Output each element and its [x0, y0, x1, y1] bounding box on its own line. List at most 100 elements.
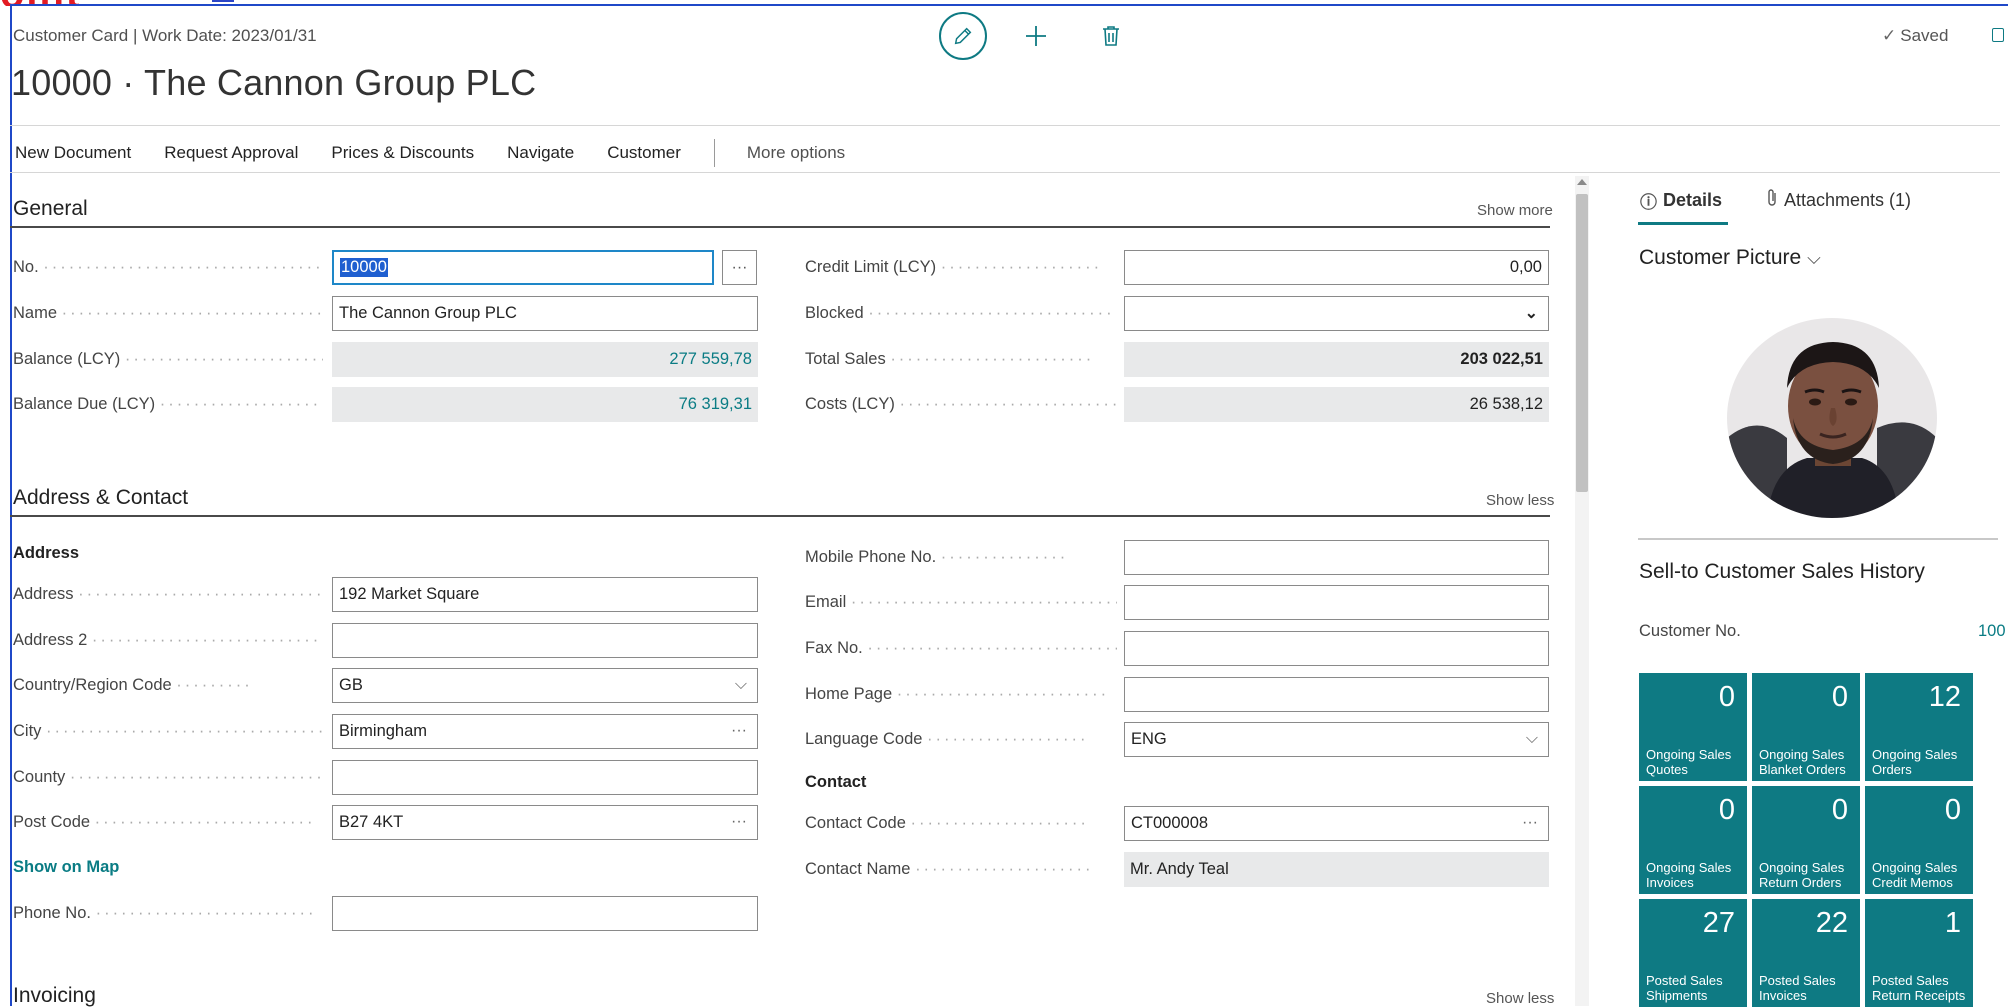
name-label: Name ································: [13, 304, 323, 322]
section-title-address-contact[interactable]: Address & Contact: [13, 486, 188, 510]
phone-field[interactable]: [332, 896, 758, 931]
sales-history-heading: Sell-to Customer Sales History: [1639, 560, 1925, 583]
tab-selected-indicator: [1638, 222, 1728, 225]
ellipsis-icon[interactable]: ···: [731, 813, 747, 831]
general-show-more[interactable]: Show more: [1477, 202, 1553, 219]
invoicing-show-less[interactable]: Show less: [1486, 990, 1554, 1007]
address-label: Address ······························: [13, 585, 323, 603]
cue-label: Ongoing Sales Orders: [1872, 747, 1958, 777]
home-page-field[interactable]: [1124, 677, 1549, 712]
customer-picture-heading[interactable]: Customer Picture ⌵: [1639, 246, 1821, 270]
delete-button[interactable]: [1098, 22, 1124, 50]
costs-label: Costs (LCY) ··························: [805, 395, 1117, 413]
blocked-label: Blocked ·····························: [805, 304, 1115, 322]
cue-label: Ongoing Sales Quotes: [1646, 747, 1732, 777]
edit-button[interactable]: [939, 12, 987, 60]
address2-field[interactable]: [332, 623, 758, 658]
mobile-field[interactable]: [1124, 540, 1549, 575]
country-select[interactable]: GB ⌵: [332, 668, 758, 703]
cue-tile[interactable]: 0 Ongoing Sales Credit Memos: [1865, 786, 1973, 894]
action-bar: New Document Request Approval Prices & D…: [15, 139, 845, 167]
cue-tile[interactable]: 27 Posted Sales Shipments: [1639, 899, 1747, 1007]
cue-tile[interactable]: 0 Ongoing Sales Return Orders: [1752, 786, 1860, 894]
language-select[interactable]: ENG ⌵: [1124, 722, 1549, 757]
credit-limit-field[interactable]: 0,00: [1124, 250, 1549, 285]
cue-label: Posted Sales Invoices: [1759, 973, 1836, 1003]
section-divider: [10, 226, 1550, 228]
cue-label: Ongoing Sales Invoices: [1646, 860, 1732, 890]
balance-due-field[interactable]: 76 319,31: [332, 387, 758, 422]
cue-tile[interactable]: 0 Ongoing Sales Quotes: [1639, 673, 1747, 781]
no-lookup-button[interactable]: ···: [722, 250, 757, 285]
ellipsis-icon[interactable]: ···: [731, 722, 747, 740]
cue-value: 0: [1831, 681, 1848, 713]
customer-no-value[interactable]: 100: [1978, 622, 2008, 641]
window-frame-top: [10, 4, 2008, 6]
scroll-up-icon[interactable]: [1577, 179, 1587, 185]
total-sales-field[interactable]: 203 022,51: [1124, 342, 1549, 377]
balance-field[interactable]: 277 559,78: [332, 342, 758, 377]
menu-new-document[interactable]: New Document: [15, 143, 131, 163]
cue-label: Posted Sales Return Receipts: [1872, 973, 1966, 1003]
balance-due-label: Balance Due (LCY) ···················: [13, 395, 322, 413]
cue-tile[interactable]: 0 Ongoing Sales Invoices: [1639, 786, 1747, 894]
saved-label: Saved: [1900, 26, 1949, 45]
city-label: City ···································…: [13, 722, 323, 740]
cue-value: 1: [1944, 907, 1961, 939]
saved-status: ✓ Saved: [1882, 26, 1948, 46]
edit-icon: [954, 27, 972, 45]
customer-no-label: Customer No.: [1639, 622, 1741, 640]
no-label: No. ··································: [13, 258, 323, 276]
no-field[interactable]: 10000: [332, 250, 714, 285]
chevron-down-icon: ⌵: [734, 675, 747, 693]
fax-label: Fax No. ······························: [805, 639, 1117, 657]
divider: [10, 172, 2000, 173]
country-label: Country/Region Code ·········: [13, 676, 253, 694]
factbox-divider: [1638, 538, 1998, 540]
cue-tile[interactable]: 0 Ongoing Sales Blanket Orders: [1752, 673, 1860, 781]
post-code-field[interactable]: B27 4KT ···: [332, 805, 758, 840]
cue-tile[interactable]: 12 Ongoing Sales Orders: [1865, 673, 1973, 781]
email-field[interactable]: [1124, 585, 1549, 620]
fax-field[interactable]: [1124, 631, 1549, 666]
county-field[interactable]: [332, 760, 758, 795]
cue-value: 22: [1815, 907, 1848, 939]
address-field[interactable]: 192 Market Square: [332, 577, 758, 612]
customer-picture: [1727, 318, 1937, 518]
balance-label: Balance (LCY) ·························: [13, 350, 323, 368]
section-title-invoicing[interactable]: Invoicing: [13, 984, 96, 1008]
menu-customer[interactable]: Customer: [607, 143, 681, 163]
delete-icon: [1103, 26, 1119, 46]
paperclip-icon: [1766, 188, 1778, 213]
address-show-less[interactable]: Show less: [1486, 492, 1554, 509]
menu-prices-discounts[interactable]: Prices & Discounts: [331, 143, 474, 163]
city-field[interactable]: Birmingham ···: [332, 714, 758, 749]
section-title-general[interactable]: General: [13, 197, 88, 221]
language-label: Language Code ···················: [805, 730, 1089, 748]
cue-label: Ongoing Sales Credit Memos: [1872, 860, 1958, 890]
blocked-select[interactable]: ⌄: [1124, 296, 1549, 331]
tab-details[interactable]: ⓘ Details: [1640, 188, 1722, 213]
cue-value: 12: [1928, 681, 1961, 713]
show-on-map-link[interactable]: Show on Map: [13, 858, 119, 877]
scrollbar-thumb[interactable]: [1576, 194, 1588, 492]
new-button[interactable]: [1022, 22, 1050, 50]
section-divider: [10, 515, 1550, 517]
menu-more-options[interactable]: More options: [747, 143, 845, 163]
name-field[interactable]: The Cannon Group PLC: [332, 296, 758, 331]
email-label: Email ································: [805, 593, 1117, 611]
costs-field: 26 538,12: [1124, 387, 1549, 422]
tab-attachments[interactable]: Attachments (1): [1766, 188, 1911, 213]
menu-request-approval[interactable]: Request Approval: [164, 143, 298, 163]
cue-tile[interactable]: 1 Posted Sales Return Receipts: [1865, 899, 1973, 1007]
menu-separator: [713, 139, 715, 167]
page-title: 10000 · The Cannon Group PLC: [11, 62, 537, 103]
menu-navigate[interactable]: Navigate: [507, 143, 574, 163]
ellipsis-icon[interactable]: ···: [1522, 814, 1538, 832]
info-icon: ⓘ: [1640, 193, 1657, 212]
cue-tile[interactable]: 22 Posted Sales Invoices: [1752, 899, 1860, 1007]
contact-code-field[interactable]: CT000008 ···: [1124, 806, 1549, 841]
ellipsis-icon: ···: [731, 258, 748, 276]
credit-limit-label: Credit Limit (LCY) ···················: [805, 258, 1103, 276]
collapse-icon[interactable]: [1992, 28, 2004, 42]
